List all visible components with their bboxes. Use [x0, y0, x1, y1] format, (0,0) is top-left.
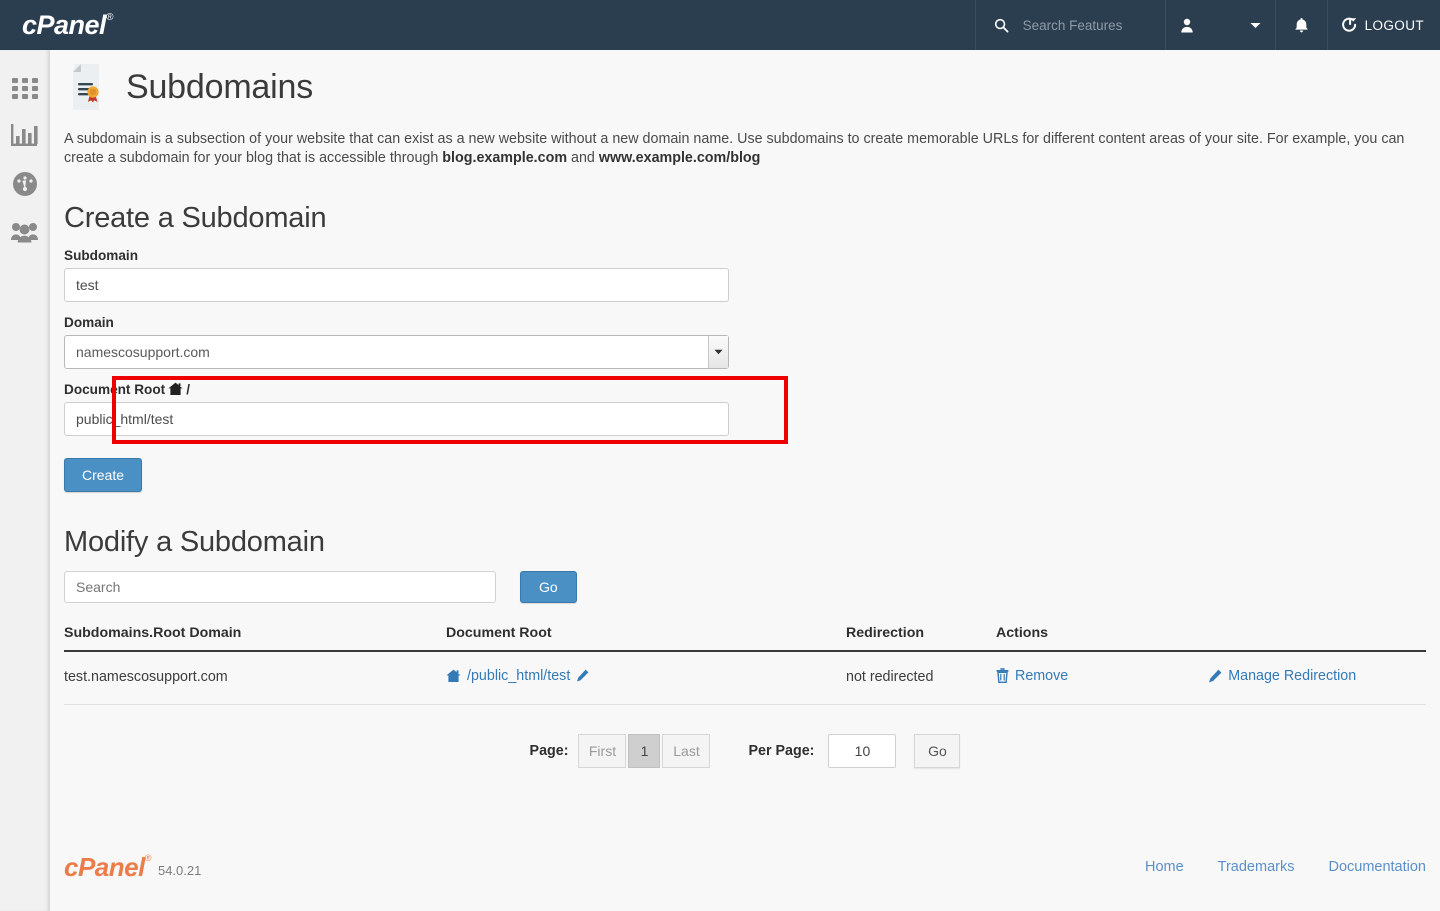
certificate-document-icon	[64, 62, 108, 112]
search-input[interactable]	[1020, 16, 1151, 34]
cell-actions: Remove Manage Redirection	[996, 650, 1426, 706]
modify-subdomain-heading: Modify a Subdomain	[64, 525, 325, 558]
cpanel-version: 54.0.21	[157, 862, 202, 878]
grid-apps-icon	[11, 77, 38, 99]
cpanel-logo-text: cPanel	[22, 9, 107, 40]
column-header-actions: Actions	[996, 624, 1426, 652]
trash-icon	[996, 668, 1009, 684]
subdomains-table-body: test.namescosupport.com /public_html/tes…	[64, 650, 1426, 706]
domain-select-wrapper[interactable]: namescosupport.com	[64, 334, 729, 369]
home-icon	[168, 382, 183, 396]
subdomain-field-label: Subdomain	[64, 248, 1440, 263]
manage-redirection-action[interactable]: Manage Redirection	[1208, 668, 1356, 684]
subdomains-table: Subdomains.Root Domain Document Root Red…	[64, 624, 1426, 706]
create-button[interactable]: Create	[64, 457, 143, 492]
create-button-wrapper: Create	[50, 457, 1440, 492]
sidebar-item-statistics[interactable]	[0, 112, 50, 160]
logout-button[interactable]: LOGOUT	[1326, 0, 1440, 50]
main-content: Subdomains A subdomain is a subsection o…	[50, 50, 1440, 911]
pagination-current-page-button[interactable]: 1	[628, 734, 661, 769]
intro-example-blog: blog.example.com	[442, 149, 568, 166]
domain-label-text: Domain	[64, 314, 114, 330]
notifications-button[interactable]	[1274, 0, 1327, 50]
column-header-subdomain: Subdomains.Root Domain	[64, 624, 446, 652]
page-header: Subdomains	[50, 50, 1440, 112]
logout-label: LOGOUT	[1364, 17, 1424, 33]
domain-field-label: Domain	[64, 315, 1440, 330]
pencil-icon	[1208, 669, 1222, 683]
cell-redirection: not redirected	[846, 650, 996, 706]
cpanel-logo-registered: ®	[106, 11, 113, 23]
intro-example-www: www.example.com/blog	[598, 149, 761, 166]
pagination-controls: Page: First 1 Last Per Page: Go	[50, 734, 1440, 769]
footer-brand: cPanel ® 54.0.21	[64, 851, 202, 882]
footer-link-trademarks[interactable]: Trademarks	[1218, 859, 1295, 875]
page-description: A subdomain is a subsection of your webs…	[64, 130, 1419, 168]
pagination-last-button[interactable]: Last	[662, 734, 711, 769]
pagination-page-label: Page:	[529, 743, 569, 760]
subdomain-label-text: Subdomain	[64, 247, 139, 263]
footer-link-documentation[interactable]: Documentation	[1328, 859, 1426, 875]
chevron-down-icon	[1250, 22, 1261, 29]
modify-search-go-button[interactable]: Go	[520, 570, 577, 603]
page-title: Subdomains	[126, 67, 314, 106]
per-page-input[interactable]	[828, 734, 897, 769]
sidebar-item-users[interactable]	[0, 208, 50, 256]
table-header-row: Subdomains.Root Domain Document Root Red…	[64, 624, 1426, 652]
pagination-first-button[interactable]: First	[578, 734, 627, 769]
pencil-icon[interactable]	[576, 669, 589, 682]
cpanel-footer-registered: ®	[144, 852, 152, 863]
bar-chart-icon	[11, 124, 38, 148]
search-features-cell[interactable]	[974, 0, 1165, 50]
home-icon	[446, 669, 461, 683]
top-navigation-bar: cPanel® LOGOUT	[0, 0, 1440, 50]
create-subdomain-heading: Create a Subdomain	[64, 201, 327, 234]
per-page-label: Per Page:	[748, 743, 815, 760]
subdomains-table-head: Subdomains.Root Domain Document Root Red…	[64, 624, 1426, 652]
bell-icon	[1294, 17, 1309, 34]
document-root-link-group[interactable]: /public_html/test	[446, 668, 589, 684]
page-footer: cPanel ® 54.0.21 Home Trademarks Document…	[50, 822, 1440, 911]
sidebar-item-apps[interactable]	[0, 64, 50, 112]
search-icon	[994, 18, 1009, 33]
gauge-icon	[12, 171, 38, 197]
remove-action[interactable]: Remove	[996, 668, 1068, 684]
top-bar-right-group: LOGOUT	[974, 0, 1440, 50]
user-icon	[1180, 18, 1194, 33]
document-root-link[interactable]: /public_html/test	[467, 668, 570, 684]
footer-link-home[interactable]: Home	[1145, 859, 1184, 875]
users-icon	[11, 221, 38, 243]
cpanel-footer-logo-text: cPanel	[64, 851, 145, 882]
document-root-label-text: Document Root	[64, 381, 166, 397]
intro-text-mid: and	[567, 149, 599, 166]
sidebar-item-dashboard[interactable]	[0, 160, 50, 208]
user-menu[interactable]	[1164, 0, 1275, 50]
modify-search-input[interactable]	[64, 570, 496, 603]
subdomain-input[interactable]	[64, 267, 729, 302]
cpanel-logo[interactable]: cPanel ®	[22, 9, 113, 40]
remove-link[interactable]: Remove	[1015, 668, 1068, 684]
left-sidebar	[0, 50, 50, 911]
cpanel-footer-logo: cPanel ®	[64, 851, 152, 882]
document-root-label-suffix: /	[186, 381, 190, 397]
column-header-document-root: Document Root	[446, 624, 846, 652]
cell-document-root: /public_html/test	[446, 650, 846, 706]
document-root-field-label: Document Root /	[64, 382, 1440, 397]
footer-links: Home Trademarks Documentation	[1145, 859, 1426, 875]
per-page-go-button[interactable]: Go	[914, 734, 961, 769]
cell-subdomain: test.namescosupport.com	[64, 650, 446, 706]
table-row: test.namescosupport.com /public_html/tes…	[64, 650, 1426, 706]
modify-search-row: Go	[64, 570, 1440, 603]
manage-redirection-link[interactable]: Manage Redirection	[1228, 668, 1356, 684]
domain-select[interactable]: namescosupport.com	[64, 334, 729, 369]
document-root-input[interactable]	[64, 401, 729, 436]
column-header-redirection: Redirection	[846, 624, 996, 652]
logout-icon	[1341, 17, 1358, 33]
